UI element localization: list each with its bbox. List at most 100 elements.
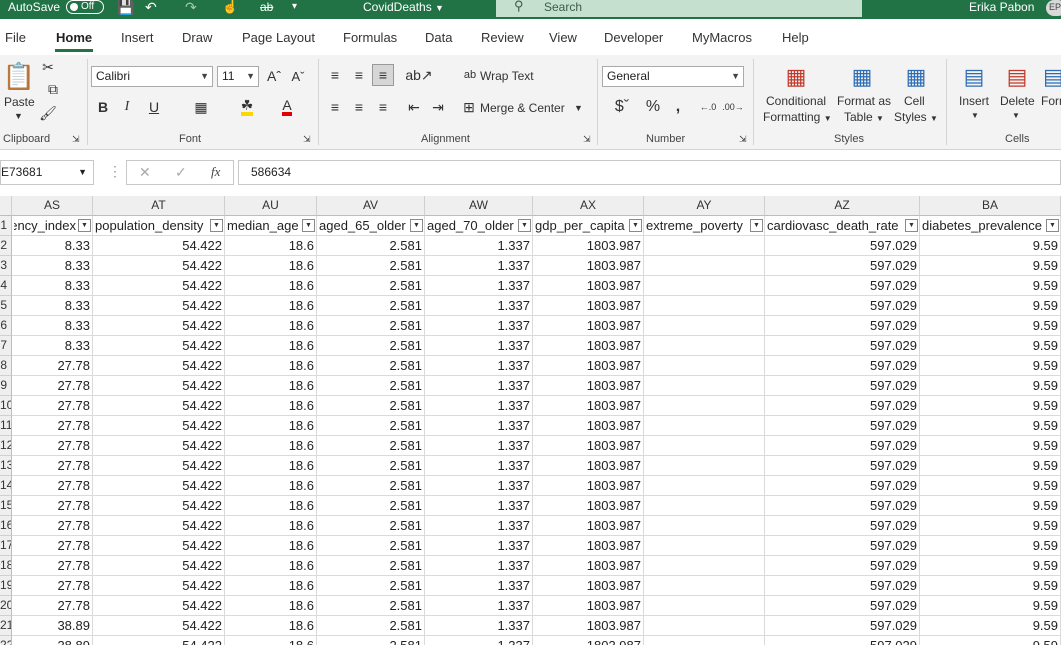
insert-cells-button[interactable]: Insert (959, 94, 989, 108)
table-cell[interactable]: 27.78 (12, 376, 93, 396)
save-icon[interactable]: 💾 (117, 0, 134, 19)
tab-developer[interactable]: Developer (604, 30, 663, 45)
table-cell[interactable]: 1.337 (425, 516, 533, 536)
table-cell[interactable]: 27.78 (12, 576, 93, 596)
table-cell[interactable] (644, 236, 765, 256)
table-cell[interactable]: 18.6 (225, 396, 317, 416)
table-cell[interactable]: 2.581 (317, 276, 425, 296)
table-cell[interactable]: 9.59 (920, 396, 1061, 416)
touch-mode-icon[interactable]: ☝ (222, 0, 238, 19)
table-cell[interactable] (644, 296, 765, 316)
tab-formulas[interactable]: Formulas (343, 30, 397, 45)
format-painter-icon[interactable]: 🖌 (39, 105, 57, 121)
table-cell[interactable]: 8.33 (12, 316, 93, 336)
format-as-table-icon[interactable]: ▦ (847, 63, 877, 91)
column-header-az[interactable]: AZ (765, 196, 920, 216)
table-cell[interactable]: 9.59 (920, 436, 1061, 456)
copy-icon[interactable]: ⧉ (40, 81, 66, 97)
table-cell[interactable]: 1.337 (425, 256, 533, 276)
table-cell[interactable]: 9.59 (920, 636, 1061, 645)
column-header-au[interactable]: AU (225, 196, 317, 216)
table-cell[interactable]: 27.78 (12, 416, 93, 436)
table-cell[interactable]: 1803.987 (533, 516, 644, 536)
filter-dropdown-icon[interactable]: ▼ (750, 219, 763, 232)
row-header[interactable]: 20 (0, 596, 12, 616)
header-cell[interactable]: median_age ▼ (225, 216, 317, 236)
table-cell[interactable]: 1.337 (425, 476, 533, 496)
table-cell[interactable]: 18.6 (225, 236, 317, 256)
chevron-down-icon[interactable]: ▼ (1012, 111, 1020, 120)
table-cell[interactable]: 27.78 (12, 356, 93, 376)
table-cell[interactable]: 18.6 (225, 296, 317, 316)
table-cell[interactable]: 9.59 (920, 236, 1061, 256)
header-cell[interactable]: aged_65_older ▼ (317, 216, 425, 236)
row-header[interactable]: 11 (0, 416, 12, 436)
filter-dropdown-icon[interactable]: ▼ (518, 219, 531, 232)
dialog-launcher-icon[interactable]: ⇲ (303, 134, 311, 145)
table-cell[interactable]: 54.422 (93, 576, 225, 596)
table-cell[interactable]: 597.029 (765, 616, 920, 636)
table-cell[interactable]: 38.89 (12, 616, 93, 636)
table-cell[interactable]: 2.581 (317, 616, 425, 636)
table-cell[interactable] (644, 376, 765, 396)
row-header[interactable]: 7 (0, 336, 12, 356)
table-cell[interactable]: 54.422 (93, 296, 225, 316)
tab-insert[interactable]: Insert (121, 30, 154, 45)
filter-dropdown-icon[interactable]: ▼ (629, 219, 642, 232)
table-cell[interactable]: 2.581 (317, 556, 425, 576)
table-cell[interactable]: 9.59 (920, 576, 1061, 596)
table-cell[interactable]: 1803.987 (533, 376, 644, 396)
table-cell[interactable]: 2.581 (317, 236, 425, 256)
dialog-launcher-icon[interactable]: ⇲ (739, 134, 747, 145)
row-header[interactable]: 2 (0, 236, 12, 256)
table-cell[interactable]: 597.029 (765, 396, 920, 416)
percent-icon[interactable]: % (643, 98, 663, 116)
table-cell[interactable]: 18.6 (225, 536, 317, 556)
decrease-indent-icon[interactable]: ⇤ (405, 98, 423, 116)
align-top-icon[interactable]: ≡ (326, 66, 344, 84)
tab-draw[interactable]: Draw (182, 30, 212, 45)
table-cell[interactable]: 1803.987 (533, 616, 644, 636)
strikethrough-icon[interactable]: ab (260, 0, 273, 19)
table-cell[interactable]: 1803.987 (533, 436, 644, 456)
table-cell[interactable]: 597.029 (765, 296, 920, 316)
table-cell[interactable]: 597.029 (765, 456, 920, 476)
table-cell[interactable]: 1.337 (425, 576, 533, 596)
table-cell[interactable]: 27.78 (12, 496, 93, 516)
header-cell[interactable]: gdp_per_capita ▼ (533, 216, 644, 236)
align-bottom-icon[interactable]: ≡ (372, 64, 394, 86)
table-cell[interactable]: 9.59 (920, 616, 1061, 636)
table-cell[interactable] (644, 256, 765, 276)
row-header[interactable]: 1 (0, 216, 12, 236)
file-title[interactable]: CovidDeaths ▼ (363, 0, 444, 19)
table-cell[interactable]: 1.337 (425, 416, 533, 436)
table-cell[interactable]: 1.337 (425, 236, 533, 256)
table-cell[interactable]: 27.78 (12, 556, 93, 576)
table-cell[interactable] (644, 456, 765, 476)
table-cell[interactable]: 597.029 (765, 496, 920, 516)
align-center-icon[interactable]: ≡ (350, 98, 368, 116)
table-cell[interactable]: 9.59 (920, 376, 1061, 396)
table-cell[interactable]: 54.422 (93, 616, 225, 636)
conditional-formatting-icon[interactable]: ▦ (781, 63, 811, 91)
table-cell[interactable]: 54.422 (93, 416, 225, 436)
row-header[interactable]: 16 (0, 516, 12, 536)
table-cell[interactable]: 18.6 (225, 576, 317, 596)
table-cell[interactable]: 1803.987 (533, 296, 644, 316)
table-cell[interactable]: 1803.987 (533, 456, 644, 476)
filter-dropdown-icon[interactable]: ▼ (78, 219, 91, 232)
user-name[interactable]: Erika Pabon (969, 0, 1034, 19)
tab-view[interactable]: View (549, 30, 577, 45)
table-cell[interactable]: 597.029 (765, 356, 920, 376)
table-cell[interactable]: 9.59 (920, 536, 1061, 556)
name-box[interactable]: E73681 ▼ (0, 160, 94, 185)
chevron-down-icon[interactable]: ▼ (574, 103, 583, 113)
table-cell[interactable]: 9.59 (920, 516, 1061, 536)
table-cell[interactable]: 8.33 (12, 296, 93, 316)
table-cell[interactable]: 1.337 (425, 396, 533, 416)
table-cell[interactable]: 9.59 (920, 316, 1061, 336)
formula-input[interactable]: 586634 (238, 160, 1061, 185)
table-cell[interactable]: 9.59 (920, 476, 1061, 496)
table-cell[interactable]: 18.6 (225, 416, 317, 436)
row-header[interactable]: 15 (0, 496, 12, 516)
